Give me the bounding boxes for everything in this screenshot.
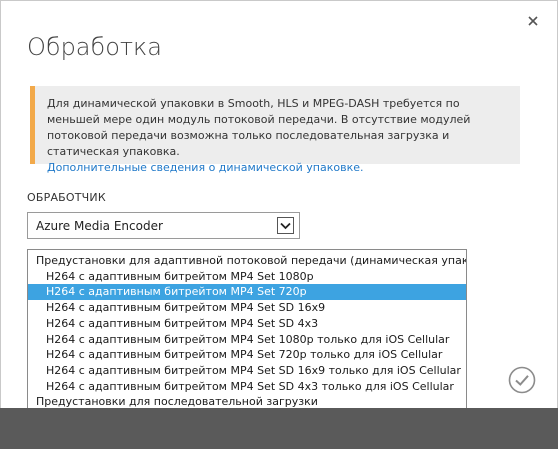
processor-label: ОБРАБОТЧИК <box>27 191 106 204</box>
notice-text: Для динамической упаковки в Smooth, HLS … <box>47 97 471 158</box>
ok-button[interactable] <box>507 365 537 395</box>
dropdown-option-highlighted[interactable]: H264 с адаптивным битрейтом MP4 Set 720p <box>28 284 466 301</box>
dropdown-group-header: Предустановки для адаптивной потоковой п… <box>36 254 467 267</box>
processor-selected-value: Azure Media Encoder <box>36 219 163 233</box>
processor-select[interactable]: Azure Media Encoder <box>27 212 300 239</box>
dropdown-option[interactable]: H264 с адаптивным битрейтом MP4 Set SD 1… <box>28 363 466 379</box>
dropdown-option[interactable]: H264 с адаптивным битрейтом MP4 Set 720p… <box>28 347 466 363</box>
dropdown-option[interactable]: H264 с адаптивным битрейтом MP4 Set SD 1… <box>28 300 466 316</box>
checkmark-circle-icon <box>508 366 536 394</box>
dropdown-option[interactable]: H264 с адаптивным битрейтом MP4 Set 1080… <box>28 332 466 348</box>
close-button[interactable] <box>520 8 546 34</box>
dropdown-option[interactable]: H264 с адаптивным битрейтом MP4 Set SD 4… <box>28 379 466 395</box>
chevron-down-icon[interactable] <box>277 217 294 234</box>
dialog-title: Обработка <box>27 33 163 61</box>
close-icon <box>528 16 538 26</box>
dynamic-packaging-link[interactable]: Дополнительные сведения о динамической у… <box>47 161 363 174</box>
dropdown-option[interactable]: H264 с адаптивным битрейтом MP4 Set 1080… <box>28 269 466 285</box>
info-notice: Для динамической упаковки в Smooth, HLS … <box>30 86 520 174</box>
bottom-bar <box>0 408 558 449</box>
dropdown-option[interactable]: H264 с адаптивным битрейтом MP4 Set SD 4… <box>28 316 466 332</box>
